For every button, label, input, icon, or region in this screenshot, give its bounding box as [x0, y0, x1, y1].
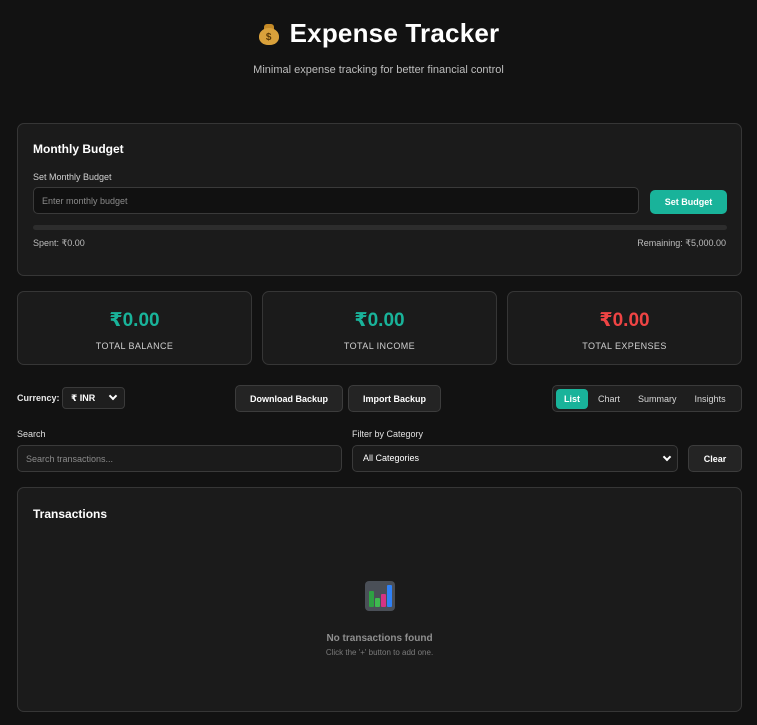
transactions-card: Transactions No transactions found Click… — [17, 487, 742, 712]
total-income-card: ₹0.00 TOTAL INCOME — [262, 291, 497, 365]
currency-label: Currency: — [17, 393, 60, 403]
monthly-budget-card: Monthly Budget Set Monthly Budget Set Bu… — [17, 123, 742, 276]
category-filter-select[interactable]: All Categories — [352, 445, 678, 472]
tab-list[interactable]: List — [556, 388, 589, 409]
search-input[interactable] — [17, 445, 342, 472]
budget-input[interactable] — [33, 187, 639, 214]
budget-title: Monthly Budget — [33, 142, 124, 156]
total-expenses-label: TOTAL EXPENSES — [582, 341, 667, 351]
money-bag-icon: $ — [258, 21, 280, 45]
remaining-amount: Remaining: ₹5,000.00 — [637, 238, 726, 248]
page-title: Expense Tracker — [289, 17, 500, 48]
tab-summary[interactable]: Summary — [630, 389, 685, 409]
total-income-value: ₹0.00 — [354, 310, 405, 331]
money-bag-symbol: $ — [265, 32, 272, 43]
currency-value: ₹ INR — [71, 393, 96, 403]
spent-amount: Spent: ₹0.00 — [33, 238, 85, 248]
chevron-down-icon — [662, 452, 672, 462]
bar-chart-icon — [365, 581, 395, 611]
clear-filter-button[interactable]: Clear — [688, 445, 742, 472]
total-balance-card: ₹0.00 TOTAL BALANCE — [17, 291, 252, 365]
page-subtitle: Minimal expense tracking for better fina… — [253, 64, 504, 76]
view-tabs: List Chart Summary Insights — [552, 385, 742, 412]
tab-chart[interactable]: Chart — [590, 389, 628, 409]
category-filter-value: All Categories — [363, 453, 420, 463]
import-backup-button[interactable]: Import Backup — [348, 385, 441, 412]
set-budget-button[interactable]: Set Budget — [650, 190, 727, 214]
total-expenses-value: ₹0.00 — [599, 310, 650, 331]
search-label: Search — [17, 429, 46, 439]
total-expenses-card: ₹0.00 TOTAL EXPENSES — [507, 291, 742, 365]
currency-select[interactable]: ₹ INR — [62, 387, 125, 409]
download-backup-button[interactable]: Download Backup — [235, 385, 343, 412]
title-row: $ Expense Tracker — [0, 16, 757, 50]
category-filter-label: Filter by Category — [352, 429, 424, 439]
chevron-down-icon — [108, 391, 118, 401]
budget-progress-bar — [33, 225, 727, 230]
app-header: $ Expense Tracker Minimal expense tracki… — [0, 0, 757, 77]
total-balance-value: ₹0.00 — [109, 310, 160, 331]
budget-input-label: Set Monthly Budget — [33, 172, 112, 182]
empty-state-title: No transactions found — [326, 633, 433, 644]
total-balance-label: TOTAL BALANCE — [95, 341, 174, 351]
transactions-title: Transactions — [33, 507, 108, 521]
total-income-label: TOTAL INCOME — [343, 341, 416, 351]
empty-state-subtitle: Click the '+' button to add one. — [325, 648, 434, 657]
tab-insights[interactable]: Insights — [687, 389, 734, 409]
